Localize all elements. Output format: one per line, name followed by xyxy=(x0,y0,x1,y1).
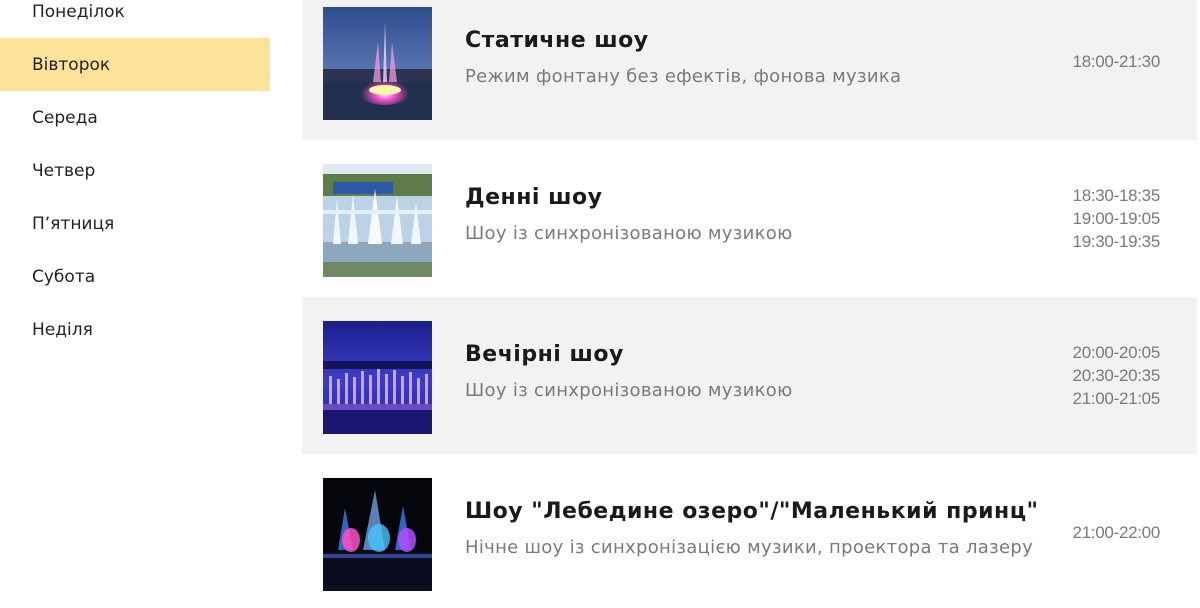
day-selector: Понеділок Вівторок Середа Четвер Пʼятниц… xyxy=(0,0,270,356)
day-tab-sunday[interactable]: Неділя xyxy=(0,303,270,356)
evening-fountain-photo xyxy=(323,7,432,120)
show-item-static: Статичне шоу Режим фонтану без ефектів, … xyxy=(302,0,1197,140)
show-description: Нічне шоу із синхронізацією музики, прое… xyxy=(465,537,1034,558)
show-title: Шоу "Лебедине озеро"/"Маленький принц" xyxy=(465,499,1039,524)
daytime-fountain-photo xyxy=(323,164,432,277)
show-item-evening: Вечірні шоу Шоу із синхронізованою музик… xyxy=(302,297,1197,454)
show-info: Вечірні шоу Шоу із синхронізованою музик… xyxy=(465,342,1065,401)
show-time: 20:30-20:35 xyxy=(1072,366,1161,385)
show-item-night: Шоу "Лебедине озеро"/"Маленький принц" Н… xyxy=(302,454,1197,608)
day-tab-friday[interactable]: Пʼятниця xyxy=(0,197,270,250)
show-info: Денні шоу Шоу із синхронізованою музикою xyxy=(465,185,1065,244)
show-times: 18:30-18:35 19:00-19:05 19:30-19:35 xyxy=(1072,140,1161,297)
show-list: Статичне шоу Режим фонтану без ефектів, … xyxy=(302,0,1197,608)
show-title: Вечірні шоу xyxy=(465,342,624,367)
show-description: Шоу із синхронізованою музикою xyxy=(465,223,793,244)
day-tab-monday[interactable]: Понеділок xyxy=(0,0,270,38)
show-time: 20:00-20:05 xyxy=(1072,343,1161,362)
show-description: Шоу із синхронізованою музикою xyxy=(465,380,793,401)
show-thumbnail xyxy=(323,7,432,120)
night-fountain-photo xyxy=(323,478,432,591)
schedule-page: Понеділок Вівторок Середа Четвер Пʼятниц… xyxy=(0,0,1200,608)
show-thumbnail xyxy=(323,478,432,591)
day-tab-saturday[interactable]: Субота xyxy=(0,250,270,303)
day-tab-wednesday[interactable]: Середа xyxy=(0,91,270,144)
show-times: 18:00-21:30 xyxy=(1072,0,1161,140)
day-tab-thursday[interactable]: Четвер xyxy=(0,144,270,197)
show-thumbnail xyxy=(323,321,432,434)
show-description: Режим фонтану без ефектів, фонова музика xyxy=(465,66,902,87)
twilight-fountain-photo xyxy=(323,321,432,434)
show-title: Денні шоу xyxy=(465,185,603,210)
show-times: 20:00-20:05 20:30-20:35 21:00-21:05 xyxy=(1072,297,1161,454)
show-time: 18:30-18:35 xyxy=(1072,186,1161,205)
show-times: 21:00-22:00 xyxy=(1072,454,1161,608)
show-thumbnail xyxy=(323,164,432,277)
show-title: Статичне шоу xyxy=(465,28,649,53)
show-info: Шоу "Лебедине озеро"/"Маленький принц" Н… xyxy=(465,499,1065,558)
show-time: 18:00-21:30 xyxy=(1072,52,1161,71)
show-item-day: Денні шоу Шоу із синхронізованою музикою… xyxy=(302,140,1197,297)
show-info: Статичне шоу Режим фонтану без ефектів, … xyxy=(465,28,1065,87)
show-time: 21:00-21:05 xyxy=(1072,389,1161,408)
show-time: 19:30-19:35 xyxy=(1072,232,1161,251)
show-time: 19:00-19:05 xyxy=(1072,209,1161,228)
show-time: 21:00-22:00 xyxy=(1072,523,1161,542)
day-tab-tuesday[interactable]: Вівторок xyxy=(0,38,270,91)
